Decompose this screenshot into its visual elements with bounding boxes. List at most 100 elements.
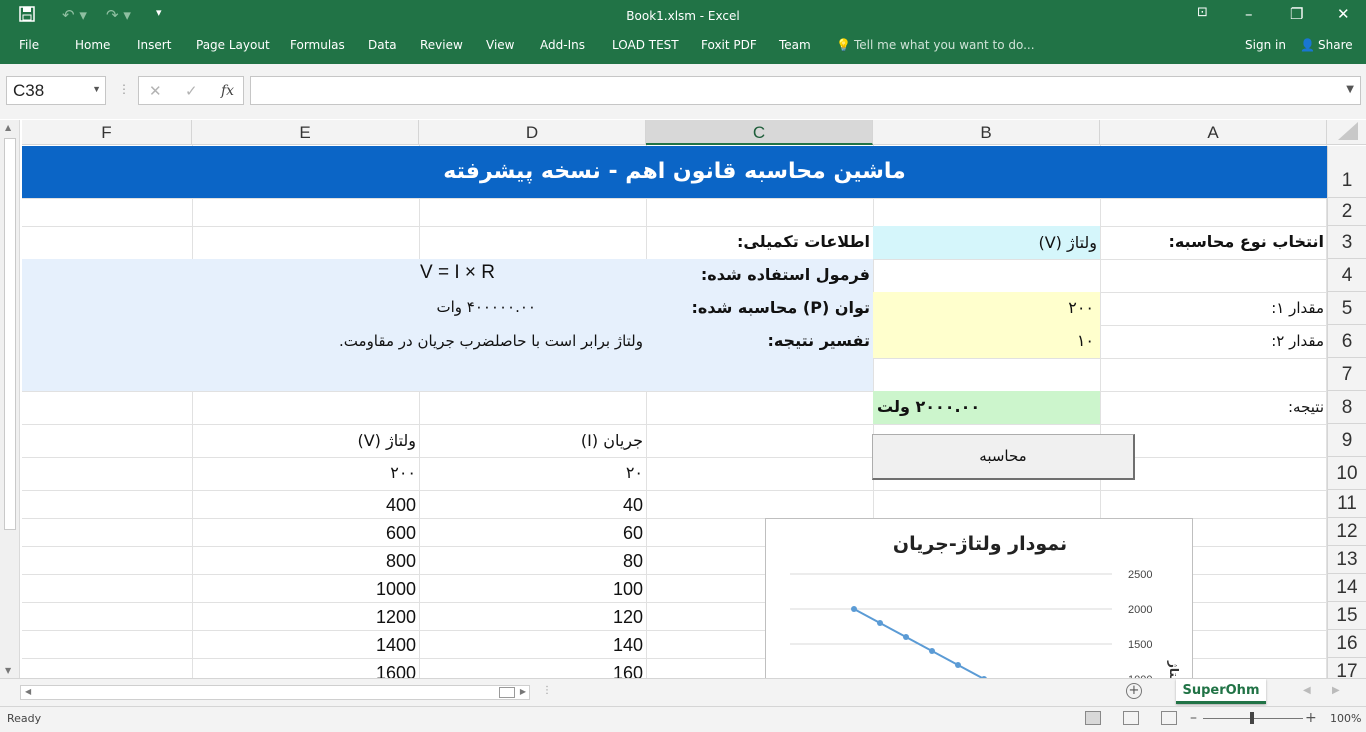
value1-input[interactable]: ۲۰۰ — [1068, 298, 1094, 317]
name-box[interactable]: C38 ▼ — [6, 76, 106, 105]
minimize-icon[interactable]: – — [1245, 5, 1253, 23]
chart-data-point — [955, 662, 961, 668]
horizontal-scrollbar[interactable]: ◀ ▶ — [20, 685, 530, 700]
enter-icon[interactable]: ✓ — [185, 82, 198, 100]
formula-input[interactable]: ▼ — [250, 76, 1361, 105]
sheet-prev-icon[interactable]: ◀ — [1303, 685, 1311, 696]
row-header-7[interactable]: 7 — [1327, 358, 1366, 391]
table-cell: 100 — [612, 579, 643, 599]
formula-used-label: فرمول استفاده شده: — [700, 265, 870, 284]
tab-file[interactable]: File — [19, 38, 39, 52]
voltage-current-chart[interactable]: نمودار ولتاژ-جریان 2500200015001000 ولتا… — [765, 518, 1193, 678]
row-header-16[interactable]: 16 — [1327, 630, 1366, 658]
chart-data-point — [929, 648, 935, 654]
table-cell: 800 — [385, 551, 416, 571]
column-header-c[interactable]: C — [646, 120, 873, 145]
tab-team[interactable]: Team — [779, 38, 811, 52]
scroll-up-icon[interactable]: ▲ — [5, 123, 11, 132]
sign-in-link[interactable]: Sign in — [1245, 38, 1286, 52]
split-handle-icon[interactable]: ⋮ — [542, 685, 552, 696]
row-header-10[interactable]: 10 — [1327, 457, 1366, 490]
result-value: ۲۰۰۰.۰۰ ولت — [877, 397, 981, 416]
row-header-13[interactable]: 13 — [1327, 546, 1366, 574]
table-cell: 600 — [385, 523, 416, 543]
row-header-4[interactable]: 4 — [1327, 259, 1366, 292]
column-header-b[interactable]: B — [873, 120, 1100, 145]
column-header-a[interactable]: A — [1100, 120, 1327, 145]
input-cells[interactable] — [873, 292, 1100, 358]
zoom-slider-thumb[interactable] — [1250, 712, 1254, 724]
row-header-6[interactable]: 6 — [1327, 325, 1366, 358]
row-header-5[interactable]: 5 — [1327, 292, 1366, 325]
tab-page-layout[interactable]: Page Layout — [196, 38, 270, 52]
drag-handle-icon[interactable]: ⋮ — [118, 82, 130, 96]
expand-formula-bar-icon[interactable]: ▼ — [1346, 84, 1354, 95]
row-header-8[interactable]: 8 — [1327, 391, 1366, 424]
value1-label: مقدار ۱: — [1271, 299, 1324, 317]
zoom-level[interactable]: 100% — [1330, 712, 1361, 725]
row-header-15[interactable]: 15 — [1327, 602, 1366, 630]
tab-insert[interactable]: Insert — [137, 38, 171, 52]
table-cell: ۲۰۰ — [390, 463, 416, 482]
row-header-14[interactable]: 14 — [1327, 574, 1366, 602]
new-sheet-icon[interactable]: + — [1126, 683, 1142, 699]
calculate-button[interactable]: محاسبه — [872, 434, 1135, 480]
vertical-scroll-thumb[interactable] — [4, 138, 16, 530]
extra-info-label: اطلاعات تکمیلی: — [737, 232, 870, 251]
horizontal-scroll-thumb[interactable] — [499, 687, 515, 698]
scroll-left-icon[interactable]: ◀ — [25, 687, 31, 696]
close-icon[interactable]: ✕ — [1337, 5, 1350, 23]
cancel-icon[interactable]: ✕ — [149, 82, 162, 100]
chart-data-point — [903, 634, 909, 640]
vertical-scrollbar[interactable]: ▲ ▼ — [0, 120, 20, 678]
insert-function-icon[interactable]: fx — [221, 83, 234, 99]
tell-me-box[interactable]: Tell me what you want to do... — [854, 38, 1035, 52]
excel-window: ↶ ▾ ↷ ▾ ▾ Book1.xlsm - Excel ⊡ – ❐ ✕ Fil… — [0, 0, 1366, 732]
tab-home[interactable]: Home — [75, 38, 110, 52]
table-cell: 1400 — [375, 635, 416, 655]
column-header-e[interactable]: E — [192, 120, 419, 145]
worksheet-grid[interactable]: ▲ ▼ F E D C B A ماشین محاسبه قانون اهم -… — [0, 120, 1366, 678]
power-label: توان (P) محاسبه شده: — [691, 298, 870, 317]
user-icon: 👤 — [1300, 38, 1315, 52]
table-cell: 160 — [612, 663, 643, 678]
tab-foxit-pdf[interactable]: Foxit PDF — [701, 38, 757, 52]
formula-buttons: ✕ ✓ fx — [138, 76, 244, 105]
row-header-11[interactable]: 11 — [1327, 490, 1366, 518]
tab-review[interactable]: Review — [420, 38, 463, 52]
chevron-down-icon[interactable]: ▼ — [92, 84, 101, 94]
chart-y-axis-label: ولتاژ (V) — [1166, 660, 1181, 678]
tab-view[interactable]: View — [486, 38, 514, 52]
row-header-17[interactable]: 17 — [1327, 658, 1366, 678]
scroll-right-icon[interactable]: ▶ — [520, 687, 526, 696]
zoom-in-icon[interactable]: + — [1305, 710, 1317, 726]
row-header-2[interactable]: 2 — [1327, 198, 1366, 226]
value2-input[interactable]: ۱۰ — [1077, 331, 1094, 350]
column-header-f[interactable]: F — [22, 120, 192, 145]
tab-formulas[interactable]: Formulas — [290, 38, 345, 52]
row-header-3[interactable]: 3 — [1327, 226, 1366, 259]
name-box-value: C38 — [13, 81, 45, 100]
calc-type-label: انتخاب نوع محاسبه: — [1168, 232, 1324, 251]
calc-type-select[interactable]: ولتاژ (V) — [1038, 233, 1097, 252]
row-header-12[interactable]: 12 — [1327, 518, 1366, 546]
tab-data[interactable]: Data — [368, 38, 397, 52]
normal-view-icon[interactable] — [1085, 711, 1101, 725]
ribbon-display-options-icon[interactable]: ⊡ — [1197, 5, 1208, 20]
column-header-d[interactable]: D — [419, 120, 646, 145]
page-break-view-icon[interactable] — [1161, 711, 1177, 725]
sheet-tab-superohm[interactable]: SuperOhm — [1176, 679, 1266, 704]
sheet-next-icon[interactable]: ▶ — [1332, 685, 1340, 696]
zoom-out-icon[interactable]: – — [1190, 710, 1197, 726]
scroll-down-icon[interactable]: ▼ — [5, 666, 11, 675]
tab-add-ins[interactable]: Add-Ins — [540, 38, 585, 52]
select-all-corner[interactable] — [1327, 120, 1366, 145]
tab-load-test[interactable]: LOAD TEST — [612, 38, 679, 52]
row-header-1[interactable]: 1 — [1327, 146, 1366, 198]
table-header-current: جریان (I) — [580, 431, 643, 450]
page-layout-view-icon[interactable] — [1123, 711, 1139, 725]
restore-icon[interactable]: ❐ — [1290, 5, 1303, 23]
share-button[interactable]: Share — [1318, 38, 1353, 52]
row-header-9[interactable]: 9 — [1327, 424, 1366, 457]
chart-data-point — [851, 606, 857, 612]
